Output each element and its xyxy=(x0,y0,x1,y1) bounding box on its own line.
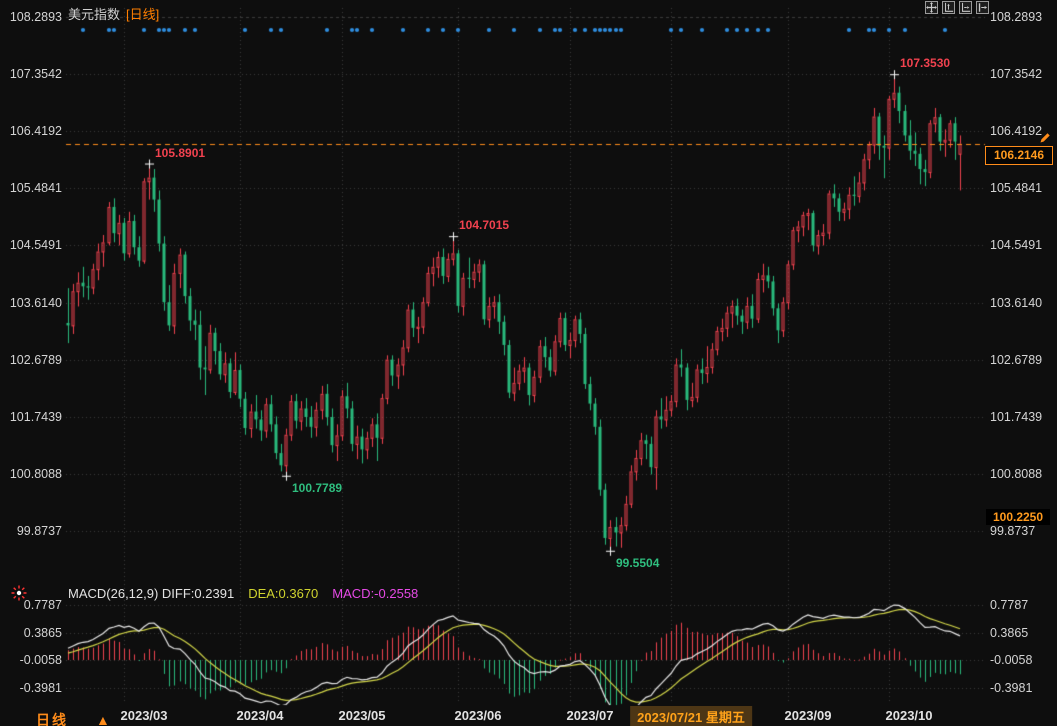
trading-chart-window: 美元指数 [日线] 108.2893 107.3542 106.4192 105.484… xyxy=(0,0,1057,726)
macd-header: MACD(26,12,9) DIFF:0.2391 DEA:0.3670 MACD:… xyxy=(68,586,432,601)
date-axis-label: 2023/10 xyxy=(886,708,933,723)
date-axis-label: 2023/03 xyxy=(121,708,168,723)
scale-y-axis-icon[interactable] xyxy=(942,1,955,14)
shift-right-icon[interactable] xyxy=(976,1,989,14)
price-axis-label: 107.3542 xyxy=(990,67,1042,81)
price-annotation-high: 104.7015 xyxy=(459,218,509,232)
macd-axis-label: -0.3981 xyxy=(4,681,62,695)
chart-title: 美元指数 [日线] xyxy=(68,4,159,23)
macd-axis-label: 0.7787 xyxy=(4,598,62,612)
price-annotation-high: 105.8901 xyxy=(155,146,205,160)
move-chart-icon[interactable] xyxy=(925,1,938,14)
crosshair-date-badge: 2023/07/21 星期五 xyxy=(630,706,752,726)
price-axis-label: 108.2893 xyxy=(990,10,1042,24)
macd-axis-label: -0.0058 xyxy=(990,653,1032,667)
macd-axis-label: -0.0058 xyxy=(4,653,62,667)
macd-axis-label: 0.7787 xyxy=(990,598,1028,612)
period-tag[interactable]: [日线] xyxy=(126,7,159,22)
macd-value: MACD:-0.2558 xyxy=(332,586,418,601)
period-selector[interactable]: 日线 ▲ xyxy=(36,710,110,726)
price-axis-label: 104.5491 xyxy=(4,238,62,252)
price-axis-label: 102.6789 xyxy=(4,353,62,367)
macd-axis-label: 0.3865 xyxy=(4,626,62,640)
date-axis-label: 2023/06 xyxy=(455,708,502,723)
macd-axis-label: -0.3981 xyxy=(990,681,1032,695)
alert-price-badge: 100.2250 xyxy=(986,509,1050,525)
price-axis-label: 99.8737 xyxy=(4,524,62,538)
price-axis-label: 100.8088 xyxy=(990,467,1042,481)
price-axis-label: 105.4841 xyxy=(4,181,62,195)
scale-x-axis-icon[interactable] xyxy=(959,1,972,14)
price-axis-label: 105.4841 xyxy=(990,181,1042,195)
symbol-name: 美元指数 xyxy=(68,7,120,22)
date-axis-label: 2023/04 xyxy=(237,708,284,723)
price-axis-label: 108.2893 xyxy=(4,10,62,24)
price-annotation-high: 107.3530 xyxy=(900,56,950,70)
date-axis-label: 2023/09 xyxy=(785,708,832,723)
chart-toolbar xyxy=(925,1,989,14)
price-axis-label: 103.6140 xyxy=(990,296,1042,310)
price-annotation-low: 100.7789 xyxy=(292,481,342,495)
price-axis-label: 102.6789 xyxy=(990,353,1042,367)
price-axis-label: 101.7439 xyxy=(990,410,1042,424)
price-edit-icon[interactable] xyxy=(1039,131,1051,149)
price-axis-label: 99.8737 xyxy=(990,524,1035,538)
price-axis-label: 106.4192 xyxy=(990,124,1042,138)
price-axis-label: 101.7439 xyxy=(4,410,62,424)
date-axis-label: 2023/05 xyxy=(339,708,386,723)
price-axis-label: 106.4192 xyxy=(4,124,62,138)
price-axis-label: 103.6140 xyxy=(4,296,62,310)
price-axis-label: 107.3542 xyxy=(4,67,62,81)
macd-axis-label: 0.3865 xyxy=(990,626,1028,640)
price-axis-label: 104.5491 xyxy=(990,238,1042,252)
period-label: 日线 xyxy=(36,712,68,726)
price-axis-label: 100.8088 xyxy=(4,467,62,481)
date-axis-label: 2023/07 xyxy=(567,708,614,723)
candlestick-chart-canvas[interactable] xyxy=(0,0,1057,726)
macd-formula-diff: MACD(26,12,9) DIFF:0.2391 xyxy=(68,586,234,601)
price-annotation-low: 99.5504 xyxy=(616,556,659,570)
macd-dea-value: DEA:0.3670 xyxy=(248,586,318,601)
chevron-up-icon: ▲ xyxy=(96,712,110,726)
